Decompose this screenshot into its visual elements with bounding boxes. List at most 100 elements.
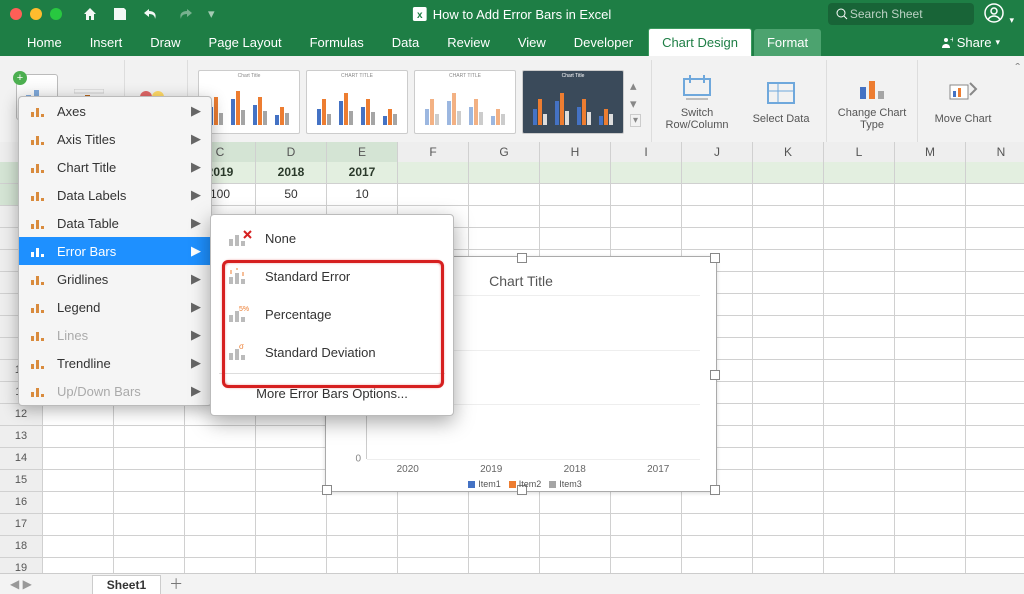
sheet-nav[interactable]: ◀ ▶ [0, 577, 42, 591]
change-chart-type-button[interactable]: Change Chart Type [837, 73, 907, 131]
svg-text:5%: 5% [239, 306, 249, 313]
menu-item-trendline[interactable]: Trendline▶ [19, 349, 211, 377]
std-error-icon [227, 267, 253, 285]
axes-icon [29, 104, 47, 118]
menu-item-axis-titles[interactable]: Axis Titles▶ [19, 125, 211, 153]
menu-item-error-bars[interactable]: Error Bars▶ [19, 237, 211, 265]
menu-item-chart-title[interactable]: Chart Title▶ [19, 153, 211, 181]
chart-styles-scroller[interactable]: ▴▾▾ [630, 78, 641, 127]
tab-formulas[interactable]: Formulas [297, 29, 377, 56]
error-bars-icon [29, 244, 47, 258]
menu-item-data-labels[interactable]: Data Labels▶ [19, 181, 211, 209]
trendline-icon [29, 356, 47, 370]
resize-handle[interactable] [517, 253, 527, 263]
col-J[interactable]: J [682, 142, 753, 162]
move-chart-button[interactable]: Move Chart [928, 79, 998, 125]
data-labels-icon [29, 188, 47, 202]
minimize-window-icon[interactable] [30, 8, 42, 20]
ribbon-tabs: Home Insert Draw Page Layout Formulas Da… [0, 28, 1024, 56]
data-table-icon [29, 216, 47, 230]
titlebar: ▾ x How to Add Error Bars in Excel ▾ [0, 0, 1024, 28]
none-icon [227, 229, 253, 247]
submenu-item-percentage[interactable]: 5%Percentage [211, 295, 453, 333]
chart-x-labels: 2020201920182017 [366, 464, 700, 475]
tab-page-layout[interactable]: Page Layout [196, 29, 295, 56]
mac-window-controls [0, 8, 72, 20]
menu-item-lines: Lines▶ [19, 321, 211, 349]
col-E[interactable]: E [327, 142, 398, 162]
chart-style-1[interactable]: Chart Title [198, 70, 300, 134]
quick-access-toolbar: ▾ [82, 6, 215, 22]
close-window-icon[interactable] [10, 8, 22, 20]
col-M[interactable]: M [895, 142, 966, 162]
legend-icon [29, 300, 47, 314]
resize-handle[interactable] [710, 253, 720, 263]
chart-legend[interactable]: Item1Item2Item3 [326, 479, 716, 489]
col-N[interactable]: N [966, 142, 1024, 162]
excel-file-icon: x [413, 7, 427, 21]
search-input[interactable] [848, 6, 952, 22]
col-L[interactable]: L [824, 142, 895, 162]
lines-icon [29, 328, 47, 342]
submenu-item-std-dev[interactable]: σStandard Deviation [211, 333, 453, 371]
ribbon-group-data: Switch Row/Column Select Data [652, 60, 827, 144]
std-dev-icon: σ [227, 343, 253, 361]
save-icon[interactable] [112, 6, 128, 22]
tab-view[interactable]: View [505, 29, 559, 56]
home-icon[interactable] [82, 6, 98, 22]
col-H[interactable]: H [540, 142, 611, 162]
col-K[interactable]: K [753, 142, 824, 162]
redo-icon[interactable] [178, 6, 194, 22]
add-sheet-button[interactable]: ＋ [169, 574, 183, 594]
chart-style-2[interactable]: CHART TITLE [306, 70, 408, 134]
tab-format[interactable]: Format [754, 29, 821, 56]
ribbon-group-type: Change Chart Type [827, 60, 918, 144]
tab-draw[interactable]: Draw [137, 29, 193, 56]
chart-style-4[interactable]: Chart Title [522, 70, 624, 134]
col-I[interactable]: I [611, 142, 682, 162]
chart-title-icon [29, 160, 47, 174]
svg-text:σ: σ [239, 343, 244, 351]
sheet-tab-1[interactable]: Sheet1 [92, 575, 161, 594]
chart-style-3[interactable]: CHART TITLE [414, 70, 516, 134]
switch-row-column-button[interactable]: Switch Row/Column [662, 73, 732, 131]
menu-item-updown: Up/Down Bars▶ [19, 377, 211, 405]
col-G[interactable]: G [469, 142, 540, 162]
undo-icon[interactable] [142, 6, 164, 22]
menu-item-data-table[interactable]: Data Table▶ [19, 209, 211, 237]
tab-home[interactable]: Home [14, 29, 75, 56]
user-account-icon[interactable]: ▾ [984, 3, 1014, 26]
tab-data[interactable]: Data [379, 29, 432, 56]
submenu-item-std-error[interactable]: Standard Error [211, 257, 453, 295]
add-chart-element-menu: Axes▶ Axis Titles▶ Chart Title▶ Data Lab… [18, 96, 212, 406]
share-button[interactable]: + Share ▾ [929, 29, 1010, 56]
menu-item-gridlines[interactable]: Gridlines▶ [19, 265, 211, 293]
menu-item-axes[interactable]: Axes▶ [19, 97, 211, 125]
tab-chart-design[interactable]: Chart Design [648, 28, 752, 56]
menu-item-legend[interactable]: Legend▶ [19, 293, 211, 321]
resize-handle[interactable] [710, 370, 720, 380]
search-icon [836, 8, 848, 20]
submenu-item-none[interactable]: None [211, 219, 453, 257]
error-bars-submenu: NoneStandard Error5%PercentageσStandard … [210, 214, 454, 416]
col-F[interactable]: F [398, 142, 469, 162]
maximize-window-icon[interactable] [50, 8, 62, 20]
col-D[interactable]: D [256, 142, 327, 162]
tab-review[interactable]: Review [434, 29, 503, 56]
ribbon-group-chart-styles: Chart Title CHART TITLE CHART TI [188, 60, 652, 144]
plus-icon: + [13, 71, 27, 85]
document-title: x How to Add Error Bars in Excel [413, 7, 611, 22]
sheet-tabs-bar: ◀ ▶ Sheet1 ＋ [0, 573, 1024, 594]
qat-dropdown-icon[interactable]: ▾ [208, 6, 215, 22]
more-error-bars-options[interactable]: More Error Bars Options... [211, 376, 453, 411]
percentage-icon: 5% [227, 305, 253, 323]
search-sheet[interactable] [828, 3, 974, 25]
select-data-button[interactable]: Select Data [746, 79, 816, 125]
axis-titles-icon [29, 132, 47, 146]
tab-insert[interactable]: Insert [77, 29, 136, 56]
tab-developer[interactable]: Developer [561, 29, 646, 56]
svg-text:x: x [417, 10, 423, 21]
collapse-ribbon-icon[interactable]: ˆ [1015, 60, 1020, 76]
updown-icon [29, 384, 47, 398]
gridlines-icon [29, 272, 47, 286]
